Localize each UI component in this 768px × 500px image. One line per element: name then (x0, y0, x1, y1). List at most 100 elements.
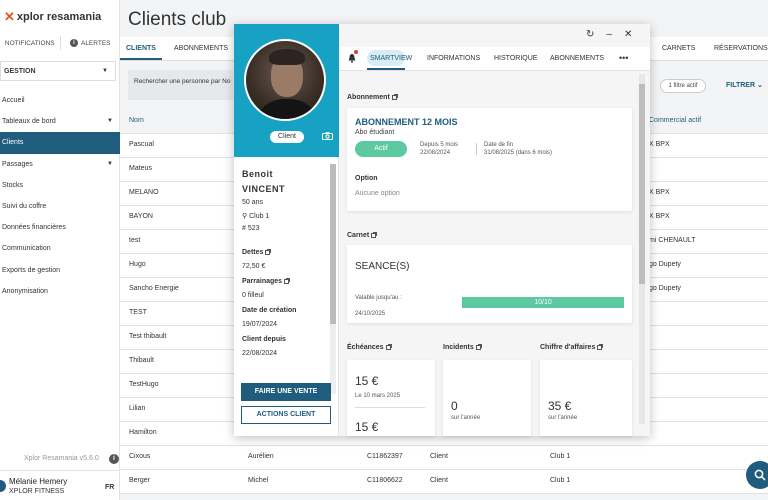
table-row[interactable]: Cixous Aurélien C11862397 Client Club 1 (120, 446, 768, 470)
tab-informations[interactable]: INFORMATIONS (427, 55, 480, 62)
cell-commercial: X BPX (649, 213, 670, 220)
abonnement-title: ABONNEMENT 12 MOIS (355, 117, 458, 127)
profile-photo[interactable] (244, 39, 326, 121)
location-pin-icon: ⚲ (242, 213, 248, 220)
sidebar-item-communication[interactable]: Communication (0, 238, 120, 259)
profile-scrollbar[interactable] (330, 164, 336, 394)
column-header-nom[interactable]: Nom (129, 117, 144, 124)
client-first-name: Benoit (242, 169, 273, 179)
page-title: Clients club (128, 9, 227, 30)
incidents-section-link[interactable]: Incidents (443, 343, 482, 351)
carnet-section-link[interactable]: Carnet (347, 231, 378, 239)
cell-nom: Thibault (129, 357, 154, 364)
carnet-section-title: Carnet (347, 232, 370, 239)
cell-nom: Sancho Energie (129, 285, 179, 292)
close-icon[interactable]: ✕ (624, 29, 632, 40)
depuis-info: Depuis 5 mois 22/08/2024 (420, 141, 458, 157)
cell-nom: test (129, 237, 141, 244)
cell-nom: Hugo (129, 261, 146, 268)
bell-icon[interactable] (347, 53, 357, 63)
sidebar-item-stocks[interactable]: Stocks (0, 175, 120, 196)
sidebar-item-label: Suivi du coffre (2, 202, 47, 210)
abonnement-section-link[interactable]: Abonnement (347, 93, 398, 101)
echeance-amount: 15 € (355, 374, 379, 388)
client-last-name: VINCENT (242, 184, 286, 194)
valid-label: Valable jusqu'au : (355, 295, 402, 301)
creation-value: 19/07/2024 (242, 321, 278, 328)
incidents-value: 0 (451, 399, 458, 413)
client-number: # 523 (242, 225, 260, 232)
sidebar-item-label: Exports de gestion (2, 266, 60, 274)
minimize-icon[interactable]: – (606, 29, 612, 40)
camera-icon[interactable] (322, 132, 333, 140)
filter-button[interactable]: FILTRER ⌄ (726, 81, 763, 89)
cell-club: Club 1 (550, 453, 571, 460)
client-actions-button[interactable]: ACTIONS CLIENT (241, 406, 331, 424)
cell-type: Client (430, 453, 448, 460)
sidebar: ✕ xplor resamania NOTIFICATIONS i ALERTE… (0, 0, 120, 500)
tab-abonnements-modal[interactable]: ABONNEMENTS (550, 55, 604, 62)
depuis-label: Depuis 5 mois (420, 142, 459, 148)
scrollbar-thumb[interactable] (330, 164, 336, 324)
photo-body (254, 99, 320, 119)
sidebar-menu: Accueil Tableaux de bord ▼ Clients Passages ▼… (0, 90, 120, 302)
refresh-icon[interactable]: ↻ (586, 29, 594, 40)
echeances-section-link[interactable]: Échéances (347, 343, 392, 351)
info-icon[interactable]: i (109, 454, 119, 464)
external-link-icon (475, 343, 482, 350)
modal-tabs: SMARTVIEW INFORMATIONS HISTORIQUE ABONNE… (339, 47, 650, 71)
filter-chip[interactable]: 1 filtre actif (660, 79, 706, 93)
cell-prenom: Michel (248, 477, 269, 484)
abonnement-subtitle: Abo étudiant (355, 129, 395, 136)
tab-carnets[interactable]: CARNETS (662, 45, 695, 52)
search-input[interactable]: Rechercher une personne par No (128, 70, 233, 100)
sidebar-item-accueil[interactable]: Accueil (0, 90, 120, 111)
valid-date: 24/10/2025 (355, 311, 386, 317)
sidebar-item-passages[interactable]: Passages ▼ (0, 154, 120, 175)
scrollbar-thumb[interactable] (639, 84, 645, 284)
cell-commercial: go Dupety (649, 261, 681, 268)
external-link-icon (371, 231, 378, 238)
section-select[interactable]: GESTION ▼ (0, 61, 116, 81)
language-selector[interactable]: FR (105, 484, 114, 491)
content-scrollbar[interactable] (639, 74, 645, 424)
notifications-button[interactable]: NOTIFICATIONS (0, 36, 60, 50)
sidebar-item-exports-de-gestion[interactable]: Exports de gestion (0, 260, 120, 281)
cell-nom: TestHugo (129, 381, 159, 388)
incidents-sub: sur l'année (451, 415, 481, 421)
carnet-card[interactable]: SEANCE(S) Valable jusqu'au : 24/10/2025 … (347, 245, 632, 323)
cell-nom: Berger (129, 477, 151, 484)
sidebar-item-clients[interactable]: Clients (0, 132, 120, 154)
incidents-card[interactable]: 0 sur l'année (443, 360, 531, 436)
cell-commercial: X BPX (649, 189, 670, 196)
column-header-commercial[interactable]: Commercial actif (649, 117, 701, 124)
sidebar-item-suivi-du-coffre[interactable]: Suivi du coffre (0, 196, 120, 217)
echeances-card[interactable]: 15 € Le 10 mars 2025 15 € (347, 360, 435, 436)
active-tab-indicator (120, 58, 162, 60)
filter-label: FILTRER (726, 82, 756, 89)
sidebar-item-donn-es-financi-res[interactable]: Données financières (0, 217, 120, 238)
tab-smartview[interactable]: SMARTVIEW (370, 55, 412, 62)
sidebar-item-label: Tableaux de bord (2, 118, 56, 126)
app-logo[interactable]: ✕ xplor resamania (4, 9, 101, 25)
external-link-icon (597, 343, 604, 350)
user-block[interactable]: Mélanie Hemery XPLOR FITNESS FR (0, 470, 120, 500)
cell-nom: Pascual (129, 141, 154, 148)
abonnement-card[interactable]: ABONNEMENT 12 MOIS Abo étudiant Actif De… (347, 108, 632, 211)
table-row[interactable]: Berger Michel C11806622 Client Club 1 (120, 470, 768, 494)
sidebar-item-tableaux-de-bord[interactable]: Tableaux de bord ▼ (0, 111, 120, 132)
sidebar-item-anonymisation[interactable]: Anonymisation (0, 281, 120, 302)
tab-historique[interactable]: HISTORIQUE (494, 55, 537, 62)
alerts-button[interactable]: i ALERTES (61, 36, 121, 50)
parrainages-link[interactable]: Parrainages (242, 277, 291, 285)
more-options-icon[interactable]: ••• (619, 53, 628, 63)
ca-section-link[interactable]: Chiffre d'affaires (540, 343, 604, 351)
dettes-link[interactable]: Dettes (242, 248, 272, 256)
tab-reservations[interactable]: RÉSERVATIONS (714, 45, 768, 52)
search-fab-button[interactable] (746, 461, 768, 489)
tab-abonnements[interactable]: ABONNEMENTS (174, 45, 228, 52)
ca-card[interactable]: 35 € sur l'année (540, 360, 632, 436)
tab-clients[interactable]: CLIENTS (126, 45, 156, 52)
new-sale-button[interactable]: FAIRE UNE VENTE (241, 383, 331, 401)
dettes-value: 72,50 € (242, 263, 266, 270)
